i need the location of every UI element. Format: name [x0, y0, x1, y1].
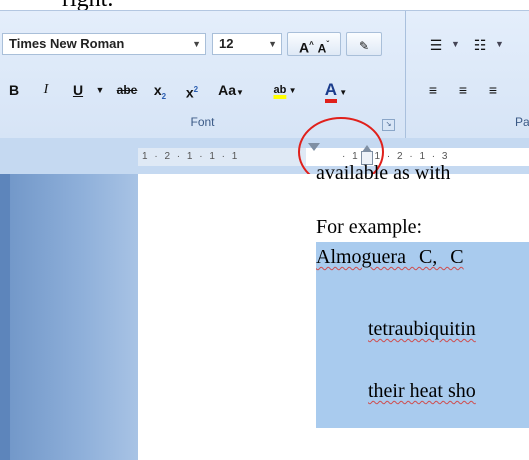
reference-line-2: tetraubiquitin	[368, 318, 476, 340]
ruler-left-numbers: 1 · 2 · 1 · 1 · 1	[142, 151, 240, 162]
document-page[interactable]: available as with For example: Almoguera…	[138, 162, 529, 460]
bullets-chevron-icon[interactable]: ▼	[451, 39, 460, 49]
underline-button[interactable]: U	[66, 77, 90, 101]
numbering-button[interactable]: ☷	[465, 32, 495, 56]
change-case-label: Aa	[218, 82, 236, 98]
align-right-button[interactable]: ≡	[479, 77, 507, 101]
superscript-button[interactable]: x2	[180, 77, 204, 101]
document-partial-line: available as with	[316, 162, 451, 184]
highlight-label: ab	[273, 84, 287, 96]
subscript-label: x	[153, 82, 162, 98]
align-center-button[interactable]: ≡	[449, 77, 477, 101]
grow-font-button[interactable]: A	[299, 40, 309, 56]
change-case-button[interactable]: Aa▼	[210, 77, 252, 101]
paragraph-group: ☰ ▼ ☷ ▼ ≡ ≡ ≡ Pa	[407, 11, 529, 139]
font-name-combo[interactable]: Times New Roman ▼	[2, 33, 206, 55]
align-right-icon: ≡	[488, 82, 498, 98]
example-label: For example:	[316, 216, 423, 238]
align-left-button[interactable]: ≡	[419, 77, 447, 101]
bullets-button[interactable]: ☰	[421, 32, 451, 56]
numbering-chevron-icon[interactable]: ▼	[495, 39, 504, 49]
left-margin-panel	[0, 174, 138, 460]
bullets-icon: ☰	[429, 37, 443, 53]
superscript-label: x	[185, 84, 194, 101]
clear-formatting-button[interactable]: ✎	[346, 32, 382, 56]
panel-edge	[0, 174, 10, 460]
reference-line-1: Almoguera C, C	[316, 246, 464, 268]
strikethrough-button[interactable]: abe	[110, 77, 144, 101]
align-center-icon: ≡	[458, 82, 468, 98]
font-color-label: A	[324, 80, 338, 103]
reference-line-3: their heat sho	[368, 380, 476, 402]
chevron-down-icon[interactable]: ▼	[268, 34, 277, 54]
text-highlight-button[interactable]: ab ▼	[262, 77, 308, 101]
grow-shrink-font-buttons: A^ Aˇ	[287, 32, 341, 56]
clear-formatting-icon: ✎	[358, 39, 370, 53]
italic-button[interactable]: I	[34, 77, 58, 101]
font-dialog-launcher-icon[interactable]: ↘	[382, 119, 395, 131]
underline-options-chevron-icon[interactable]: ▼	[94, 77, 106, 101]
font-color-button[interactable]: A ▼	[314, 77, 358, 103]
ribbon: Times New Roman ▼ 12 ▼ A^ Aˇ ✎ B I U ▼ a…	[0, 10, 529, 139]
font-size-value: 12	[219, 36, 234, 51]
align-left-icon: ≡	[428, 82, 438, 98]
paragraph-group-label: Pa	[515, 115, 529, 129]
chevron-down-icon[interactable]: ▼	[192, 34, 201, 54]
numbering-icon: ☷	[473, 37, 487, 53]
bold-button[interactable]: B	[2, 77, 26, 101]
subscript-button[interactable]: x2	[148, 77, 172, 101]
font-name-value: Times New Roman	[9, 36, 125, 51]
font-size-combo[interactable]: 12 ▼	[212, 33, 282, 55]
